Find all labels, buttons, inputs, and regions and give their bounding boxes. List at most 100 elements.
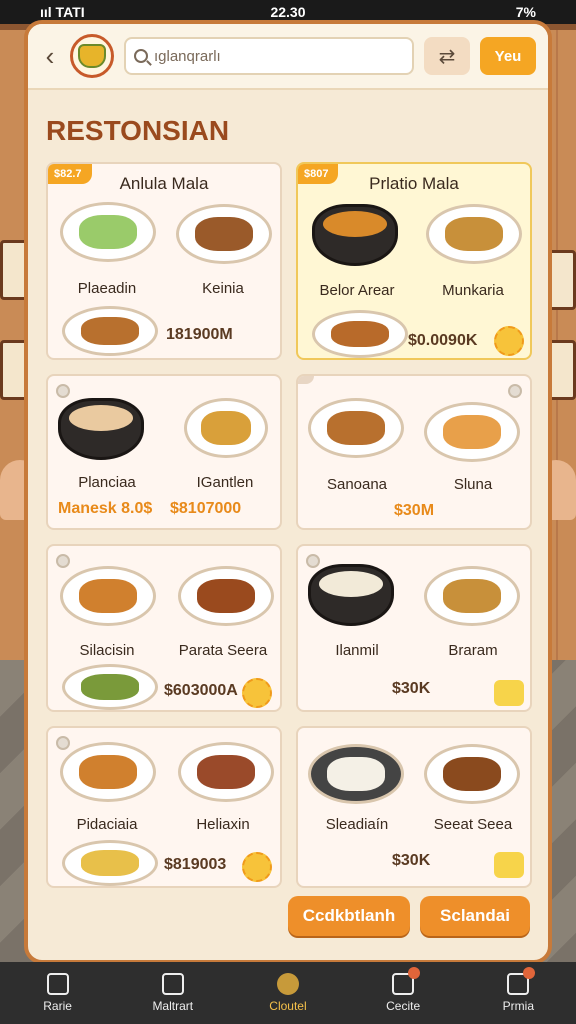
nav-item-delivery[interactable]: Cecite (363, 967, 443, 1013)
dish-label: Sanoana (326, 476, 388, 493)
search-icon (134, 49, 148, 63)
menu-card[interactable]: Sleadiaín Seeat Seea $30K (296, 726, 532, 888)
bottom-nav: Rarie Maltrart Cloutel Cecite Prmia (0, 962, 576, 1024)
sun-badge-icon (494, 326, 524, 356)
coupon-icon (494, 680, 524, 706)
logo-icon (78, 44, 106, 68)
dish-image (60, 742, 156, 802)
app-panel: ‹ ıglanqrarlı ⇄ Yeu RESTONSIAN $82.7 Anl… (24, 20, 552, 964)
card-title: Anlula Mala (119, 174, 209, 193)
nav-item-coupon[interactable]: Cloutel (248, 973, 328, 1013)
dish-label: Planciaa (78, 474, 136, 491)
battery-text: 7% (515, 4, 536, 20)
dish-image (312, 310, 408, 358)
primary-action-button[interactable]: Ccdkbtlanh (288, 896, 410, 936)
corner-dot-icon (508, 384, 522, 398)
card-title: Prlatio Mala (369, 174, 459, 193)
nav-item-profile[interactable]: Prmia (478, 967, 558, 1013)
bowl-image (308, 564, 394, 626)
secondary-action-button[interactable]: Sclandai (420, 896, 530, 936)
dish-image (178, 742, 274, 802)
dish-label: Keinia (202, 280, 244, 297)
dish-image (184, 398, 268, 458)
sun-badge-icon (242, 678, 272, 708)
dish-label: Sluna (453, 476, 493, 493)
search-bar[interactable]: ıglanqrarlı (124, 37, 414, 75)
dish-label: Belor Arear (319, 282, 395, 299)
dish-label: Pidaciaia (76, 816, 138, 833)
corner-dot-icon (56, 554, 70, 568)
price-text: $30M (394, 502, 435, 519)
dish-image (308, 744, 404, 804)
share-icon: ⇄ (438, 45, 456, 68)
corner-dot-icon (56, 736, 70, 750)
coin-icon (276, 973, 299, 995)
yes-button[interactable]: Yeu (480, 37, 536, 75)
menu-card[interactable]: $82.7 Anlula Mala Plaeadin Keinia 181900… (46, 162, 282, 360)
notification-badge (408, 967, 421, 979)
dish-label: Heliaxin (196, 816, 250, 833)
dish-label: Braram (448, 642, 498, 659)
price-text: Manesk 8.0$ (58, 500, 153, 517)
price-text: 181900M (166, 326, 233, 343)
dish-label: Parata Seera (178, 642, 268, 659)
clock-text: 22.30 (270, 4, 306, 20)
bag-icon (161, 973, 184, 995)
dish-image (178, 566, 274, 626)
nav-label: Cecite (386, 999, 421, 1013)
bowl-image (58, 398, 144, 460)
dish-image (424, 402, 520, 462)
price-text: $0.0090K (408, 332, 478, 349)
nav-label: Rarie (43, 999, 72, 1013)
dish-image (308, 398, 404, 458)
corner-dot-icon (306, 554, 320, 568)
dish-label: Munkaria (442, 282, 504, 299)
dish-label: Plaeadin (77, 280, 137, 297)
price-text: $819003 (164, 856, 227, 873)
price-text: $8107000 (170, 500, 242, 517)
carrier-text: ııl TATI (40, 4, 85, 20)
corner-dot-icon (56, 384, 70, 398)
dish-image (60, 566, 156, 626)
nav-label: Maltrart (152, 999, 194, 1013)
dish-image (60, 202, 156, 262)
dish-label: Ilanmil (335, 642, 379, 659)
page-title: RESTONSIAN (46, 115, 230, 146)
share-button[interactable]: ⇄ (424, 37, 470, 75)
menu-card[interactable]: Silacisin Parata Seera $603000A (46, 544, 282, 712)
notification-badge (523, 967, 536, 979)
search-input[interactable]: ıglanqrarlı (154, 48, 221, 65)
dish-image (62, 306, 158, 356)
menu-card[interactable]: Planciaa IGantlen Manesk 8.0$ $8107000 (46, 374, 282, 530)
menu-card[interactable]: Sanoana Sluna $30M (296, 374, 532, 530)
menu-card[interactable]: $807 Prlatio Mala Belor Arear Munkaria $… (296, 162, 532, 360)
menu-card[interactable]: Ilanmil Braram $30K (296, 544, 532, 712)
bowl-image (312, 204, 398, 266)
price-text: $30K (392, 680, 431, 697)
dish-image (62, 664, 158, 710)
dish-label: Silacisin (79, 642, 135, 659)
dish-image (176, 204, 272, 264)
profile-icon (507, 967, 536, 995)
sun-badge-icon (242, 852, 272, 882)
truck-icon (392, 967, 421, 995)
dish-image (424, 566, 520, 626)
dish-image (62, 840, 158, 886)
price-text: $30K (392, 852, 431, 869)
price-tag (298, 376, 314, 384)
dish-image (426, 204, 522, 264)
dish-label: IGantlen (196, 474, 254, 491)
back-icon[interactable]: ‹ (40, 41, 60, 72)
nav-item-home[interactable]: Rarie (18, 973, 98, 1013)
restaurant-logo (70, 34, 114, 78)
dish-label: Sleadiaín (325, 816, 389, 833)
nav-label: Prmia (502, 999, 535, 1013)
top-bar: ‹ ıglanqrarlı ⇄ Yeu (28, 24, 548, 90)
nav-item-market[interactable]: Maltrart (133, 973, 213, 1013)
price-text: $603000A (164, 682, 238, 699)
home-icon (46, 973, 69, 995)
menu-card[interactable]: Pidaciaia Heliaxin $819003 (46, 726, 282, 888)
nav-label: Cloutel (269, 999, 307, 1013)
coupon-icon (494, 852, 524, 878)
dish-label: Seeat Seea (433, 816, 513, 833)
